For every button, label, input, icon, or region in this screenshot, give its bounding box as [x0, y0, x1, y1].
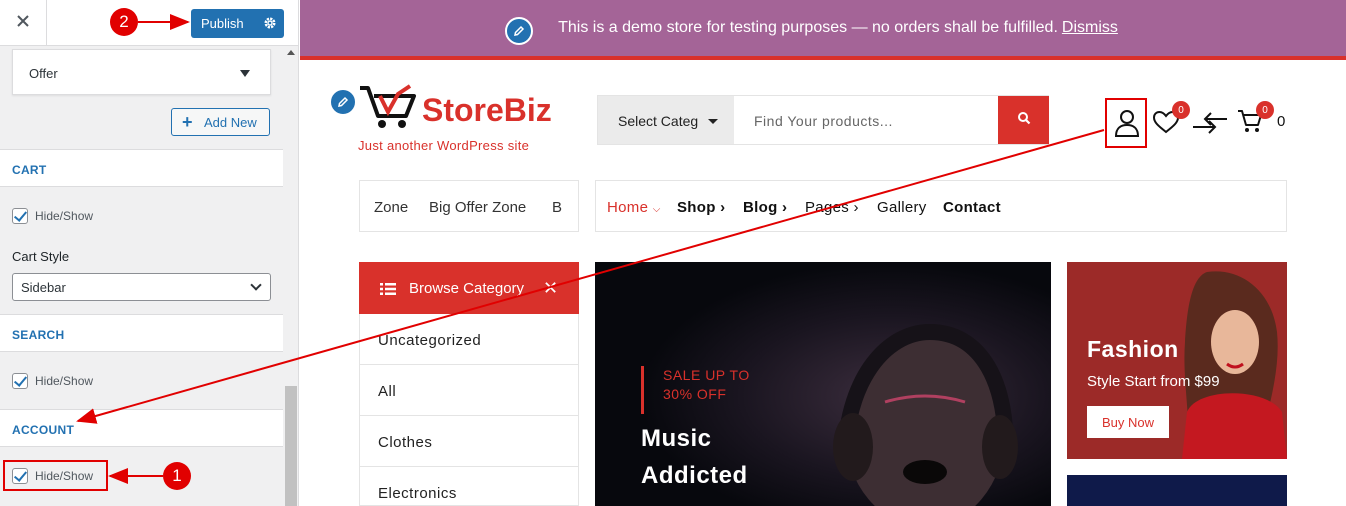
caret-down-icon [240, 70, 250, 77]
customizer-header: Publish [0, 0, 298, 46]
product-search: Select Categ Find Your products... [597, 95, 1049, 145]
list-icon [380, 282, 396, 299]
customizer-panel: Publish Offer + Add New CART Hide/Show C… [0, 0, 299, 506]
category-list: Uncategorized All Clothes Electronics [359, 314, 579, 506]
cart-toggle[interactable]: Hide/Show [12, 208, 93, 224]
category-select-label: Select Categ [618, 113, 699, 129]
demo-store-notice: This is a demo store for testing purpose… [300, 0, 1346, 60]
hero-slide[interactable]: SALE UP TO 30% OFF Music Addicted [595, 262, 1051, 506]
add-new-label: Add New [204, 114, 257, 130]
offer-ticker-item[interactable]: Big Offer Zone [429, 199, 526, 216]
demo-notice-text: This is a demo store for testing purpose… [558, 19, 1058, 36]
nav-item-pages-label: Pages [805, 199, 850, 216]
fashion-promo-banner[interactable]: Fashion Style Start from $99 Buy Now [1067, 262, 1287, 459]
menu-select-value: Offer [29, 66, 58, 81]
category-item[interactable]: Uncategorized [360, 314, 578, 365]
edit-shortcut-icon[interactable] [505, 17, 533, 45]
section-title-cart: CART [0, 149, 283, 187]
step-badge-2: 2 [110, 8, 138, 36]
nav-item-contact[interactable]: Contact [943, 199, 1001, 216]
wishlist-count-badge: 0 [1172, 101, 1190, 119]
search-button[interactable] [998, 96, 1049, 144]
offer-ticker-item[interactable]: B [552, 199, 562, 216]
search-toggle[interactable]: Hide/Show [12, 373, 93, 389]
screen: Publish Offer + Add New CART Hide/Show C… [0, 0, 1346, 506]
hero-title-line2: Addicted [641, 462, 748, 489]
cart-style-value: Sidebar [21, 280, 66, 295]
dismiss-link[interactable]: Dismiss [1062, 19, 1118, 37]
nav-item-shop[interactable]: Shop › [677, 199, 725, 216]
cart-logo-icon [358, 82, 420, 137]
compare-arrows-icon[interactable] [1191, 109, 1229, 142]
category-item[interactable]: All [360, 365, 578, 416]
hero-title: Music Addicted [641, 420, 748, 494]
gear-icon[interactable] [263, 16, 277, 33]
add-new-button[interactable]: + Add New [171, 108, 270, 136]
publish-button[interactable]: Publish [191, 9, 284, 38]
scroll-up-arrow-icon[interactable] [287, 50, 295, 55]
caret-down-icon [708, 119, 718, 124]
chevron-down-icon [250, 279, 262, 291]
promo-title: Fashion [1087, 336, 1179, 362]
second-promo-banner[interactable] [1067, 475, 1287, 506]
step-badge-1: 1 [163, 462, 191, 490]
publish-label: Publish [201, 16, 244, 31]
hero-title-line1: Music [641, 425, 712, 452]
chevron-down-icon: ⌵ [652, 204, 661, 215]
search-input[interactable]: Find Your products... [734, 96, 998, 144]
close-icon [17, 14, 29, 32]
nav-item-home-label: Home [607, 199, 649, 216]
nav-item-blog[interactable]: Blog › [743, 199, 787, 216]
category-item[interactable]: Clothes [360, 416, 578, 467]
plus-icon: + [182, 112, 193, 132]
chevron-right-icon: › [853, 199, 859, 216]
search-icon [1017, 111, 1031, 130]
offer-ticker-item[interactable]: Zone [374, 199, 408, 216]
close-icon[interactable]: ✕ [543, 278, 558, 299]
cart-toggle-label: Hide/Show [35, 209, 94, 223]
category-item[interactable]: Electronics [360, 467, 578, 506]
close-customizer-button[interactable] [0, 0, 47, 46]
browse-category-label: Browse Category [409, 280, 525, 297]
nav-item-gallery[interactable]: Gallery [877, 199, 927, 216]
checkbox-checked-icon[interactable] [12, 373, 28, 389]
nav-item-shop-label: Shop [677, 199, 716, 216]
chevron-right-icon: › [782, 199, 788, 216]
offer-ticker: Zone Big Offer Zone B [359, 180, 579, 232]
search-toggle-label: Hide/Show [35, 374, 94, 388]
chevron-right-icon: › [720, 199, 726, 216]
main-navigation: Home ⌵ Shop › Blog › Pages › Gallery Con… [595, 180, 1287, 232]
site-tagline: Just another WordPress site [358, 138, 530, 153]
cart-style-select[interactable]: Sidebar [12, 273, 271, 301]
section-title-search: SEARCH [0, 314, 283, 352]
cart-style-label: Cart Style [12, 249, 70, 264]
buy-now-button[interactable]: Buy Now [1087, 406, 1169, 438]
user-icon [1114, 109, 1140, 142]
hero-sale-line1: SALE UP TO [663, 367, 750, 383]
customizer-controls: Offer + Add New CART Hide/Show Cart Styl… [0, 46, 283, 506]
nav-item-home[interactable]: Home ⌵ [607, 199, 661, 216]
nav-item-blog-label: Blog [743, 199, 778, 216]
logo-text: StoreBiz [422, 92, 552, 128]
store-preview: This is a demo store for testing purpose… [300, 0, 1346, 506]
browse-category-toggle[interactable]: Browse Category ✕ [359, 262, 579, 314]
category-select[interactable]: Select Categ [598, 96, 734, 144]
section-title-account: ACCOUNT [0, 409, 283, 447]
scrollbar-thumb[interactable] [285, 386, 297, 506]
cart-count-badge: 0 [1256, 101, 1274, 119]
menu-select[interactable]: Offer [12, 49, 271, 95]
nav-item-pages[interactable]: Pages › [805, 199, 859, 216]
edit-shortcut-icon[interactable] [329, 88, 357, 116]
hero-sale-text: SALE UP TO 30% OFF [641, 366, 750, 414]
promo-subtitle: Style Start from $99 [1087, 373, 1220, 390]
hero-sale-line2: 30% OFF [663, 386, 727, 402]
checkbox-checked-icon[interactable] [12, 208, 28, 224]
highlight-box-account-toggle [3, 460, 108, 491]
cart-total: 0 [1277, 113, 1286, 130]
account-button-highlighted[interactable] [1105, 98, 1147, 148]
